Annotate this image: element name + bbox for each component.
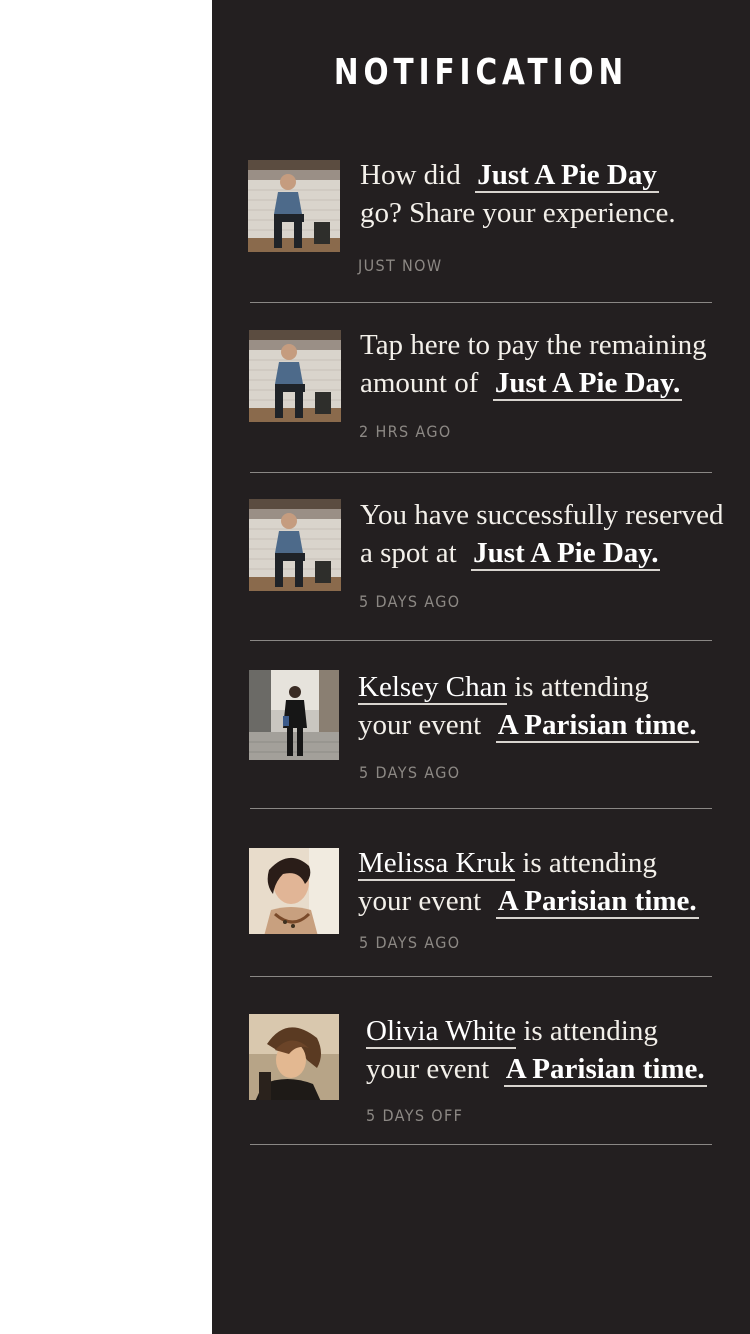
notification-item[interactable]: You have successfully reserved a spot at…: [248, 498, 724, 641]
timestamp: 5 DAYS OFF: [366, 1106, 464, 1125]
notification-message: Melissa Kruk is attending your event A P…: [358, 847, 699, 919]
timestamp: JUST NOW: [358, 256, 443, 275]
avatar[interactable]: [249, 330, 341, 422]
woman-street-photo-icon: [249, 670, 339, 760]
event-link[interactable]: Just A Pie Day.: [471, 537, 661, 571]
man-sitting-photo-icon: [248, 160, 340, 252]
woman-portrait-photo-icon: [249, 848, 339, 934]
divider: [250, 302, 712, 303]
notification-item[interactable]: Tap here to pay the remaining amount of …: [248, 328, 712, 474]
notification-item[interactable]: Melissa Kruk is attending your event A P…: [248, 840, 712, 977]
divider: [250, 976, 712, 977]
avatar[interactable]: [248, 160, 340, 252]
divider: [250, 808, 712, 809]
notification-message: You have successfully reserved a spot at…: [360, 499, 724, 571]
event-link[interactable]: A Parisian time.: [495, 709, 699, 743]
man-sitting-photo-icon: [249, 499, 341, 591]
timestamp: 5 DAYS AGO: [359, 933, 461, 952]
left-blank-area: [0, 0, 212, 1334]
avatar[interactable]: [249, 670, 339, 760]
man-sitting-photo-icon: [249, 330, 341, 422]
notification-message: How did Just A Pie Day go? Share your ex…: [360, 159, 676, 229]
person-link[interactable]: Olivia White: [366, 1015, 517, 1049]
event-link[interactable]: A Parisian time.: [495, 885, 699, 919]
event-link[interactable]: Just A Pie Day.: [492, 367, 683, 401]
notification-message: Tap here to pay the remaining amount of …: [360, 329, 707, 401]
divider: [250, 472, 712, 473]
timestamp: 5 DAYS AGO: [359, 592, 461, 611]
timestamp: 5 DAYS AGO: [359, 763, 461, 782]
person-link[interactable]: Melissa Kruk: [358, 847, 516, 881]
avatar[interactable]: [249, 499, 341, 591]
notification-item[interactable]: Olivia White is attending your event A P…: [248, 1008, 712, 1145]
divider: [250, 1144, 712, 1145]
notification-item[interactable]: Kelsey Chan is attending your event A Pa…: [248, 668, 712, 809]
event-link[interactable]: Just A Pie Day: [475, 159, 659, 193]
notification-item[interactable]: How did Just A Pie Day go? Share your ex…: [248, 158, 712, 304]
avatar[interactable]: [249, 848, 339, 934]
page-title: NOTIFICATION: [333, 52, 629, 93]
divider: [250, 640, 712, 641]
avatar[interactable]: [249, 1014, 339, 1100]
event-link[interactable]: A Parisian time.: [503, 1053, 707, 1087]
notification-panel: NOTIFICATION How did Just A Pie Day go? …: [212, 0, 750, 1334]
woman-portrait-photo-icon: [249, 1014, 339, 1100]
notification-message: Olivia White is attending your event A P…: [366, 1015, 707, 1087]
timestamp: 2 HRS AGO: [359, 422, 452, 441]
person-link[interactable]: Kelsey Chan: [358, 671, 507, 705]
notification-message: Kelsey Chan is attending your event A Pa…: [358, 671, 699, 743]
